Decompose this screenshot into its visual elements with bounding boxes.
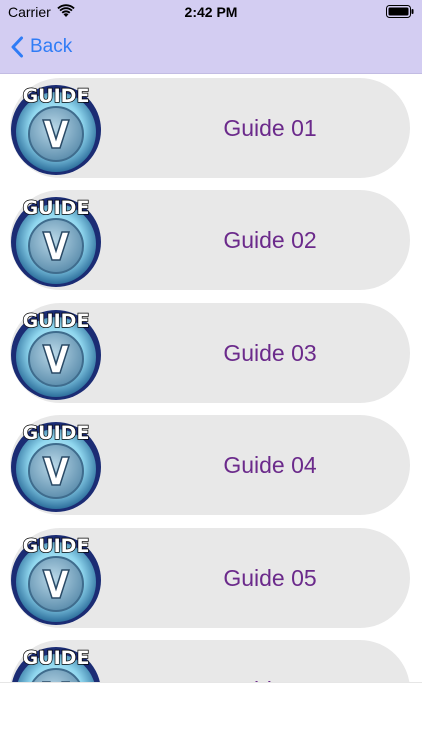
list-item[interactable]: GUIDE Guide 06 (10, 640, 410, 682)
svg-text:GUIDE: GUIDE (23, 310, 90, 332)
svg-text:GUIDE: GUIDE (23, 647, 90, 669)
battery-icon (386, 5, 414, 18)
svg-text:GUIDE: GUIDE (23, 85, 90, 107)
row-label: Guide 03 (223, 339, 317, 366)
status-time: 2:42 PM (184, 4, 238, 20)
list-item[interactable]: GUIDE Guide 03 (10, 303, 410, 403)
bottom-blank-area (0, 682, 422, 751)
list-item[interactable]: GUIDE Guide 02 (10, 190, 410, 290)
guide-v-coin-icon: GUIDE (10, 190, 102, 290)
back-button[interactable]: Back (10, 35, 72, 59)
row-label: Guide 01 (223, 114, 317, 141)
guide-v-coin-icon: GUIDE (10, 415, 102, 515)
guide-v-coin-icon: GUIDE (10, 640, 102, 682)
chevron-left-icon (11, 36, 23, 58)
list-item[interactable]: GUIDE Guide 01 (10, 78, 410, 178)
guide-v-coin-icon: GUIDE (10, 78, 102, 178)
navigation-bar: Carrier 2:42 PM Back (0, 0, 422, 74)
guide-v-coin-icon: GUIDE (10, 528, 102, 628)
guide-list: GUIDE Guide 01 GUIDE Guide 02 GUIDE Guid… (0, 74, 422, 682)
row-label: Guide 02 (223, 226, 317, 253)
svg-text:GUIDE: GUIDE (23, 422, 90, 444)
svg-text:GUIDE: GUIDE (23, 197, 90, 219)
back-label: Back (30, 36, 73, 57)
list-item[interactable]: GUIDE Guide 04 (10, 415, 410, 515)
list-item[interactable]: GUIDE Guide 05 (10, 528, 410, 628)
row-label: Guide 04 (223, 451, 317, 478)
row-label: Guide 06 (130, 640, 410, 683)
svg-text:GUIDE: GUIDE (23, 535, 90, 557)
row-label: Guide 05 (223, 564, 317, 591)
guide-v-coin-icon: GUIDE (10, 303, 102, 403)
status-bar: Carrier 2:42 PM (0, 0, 422, 24)
